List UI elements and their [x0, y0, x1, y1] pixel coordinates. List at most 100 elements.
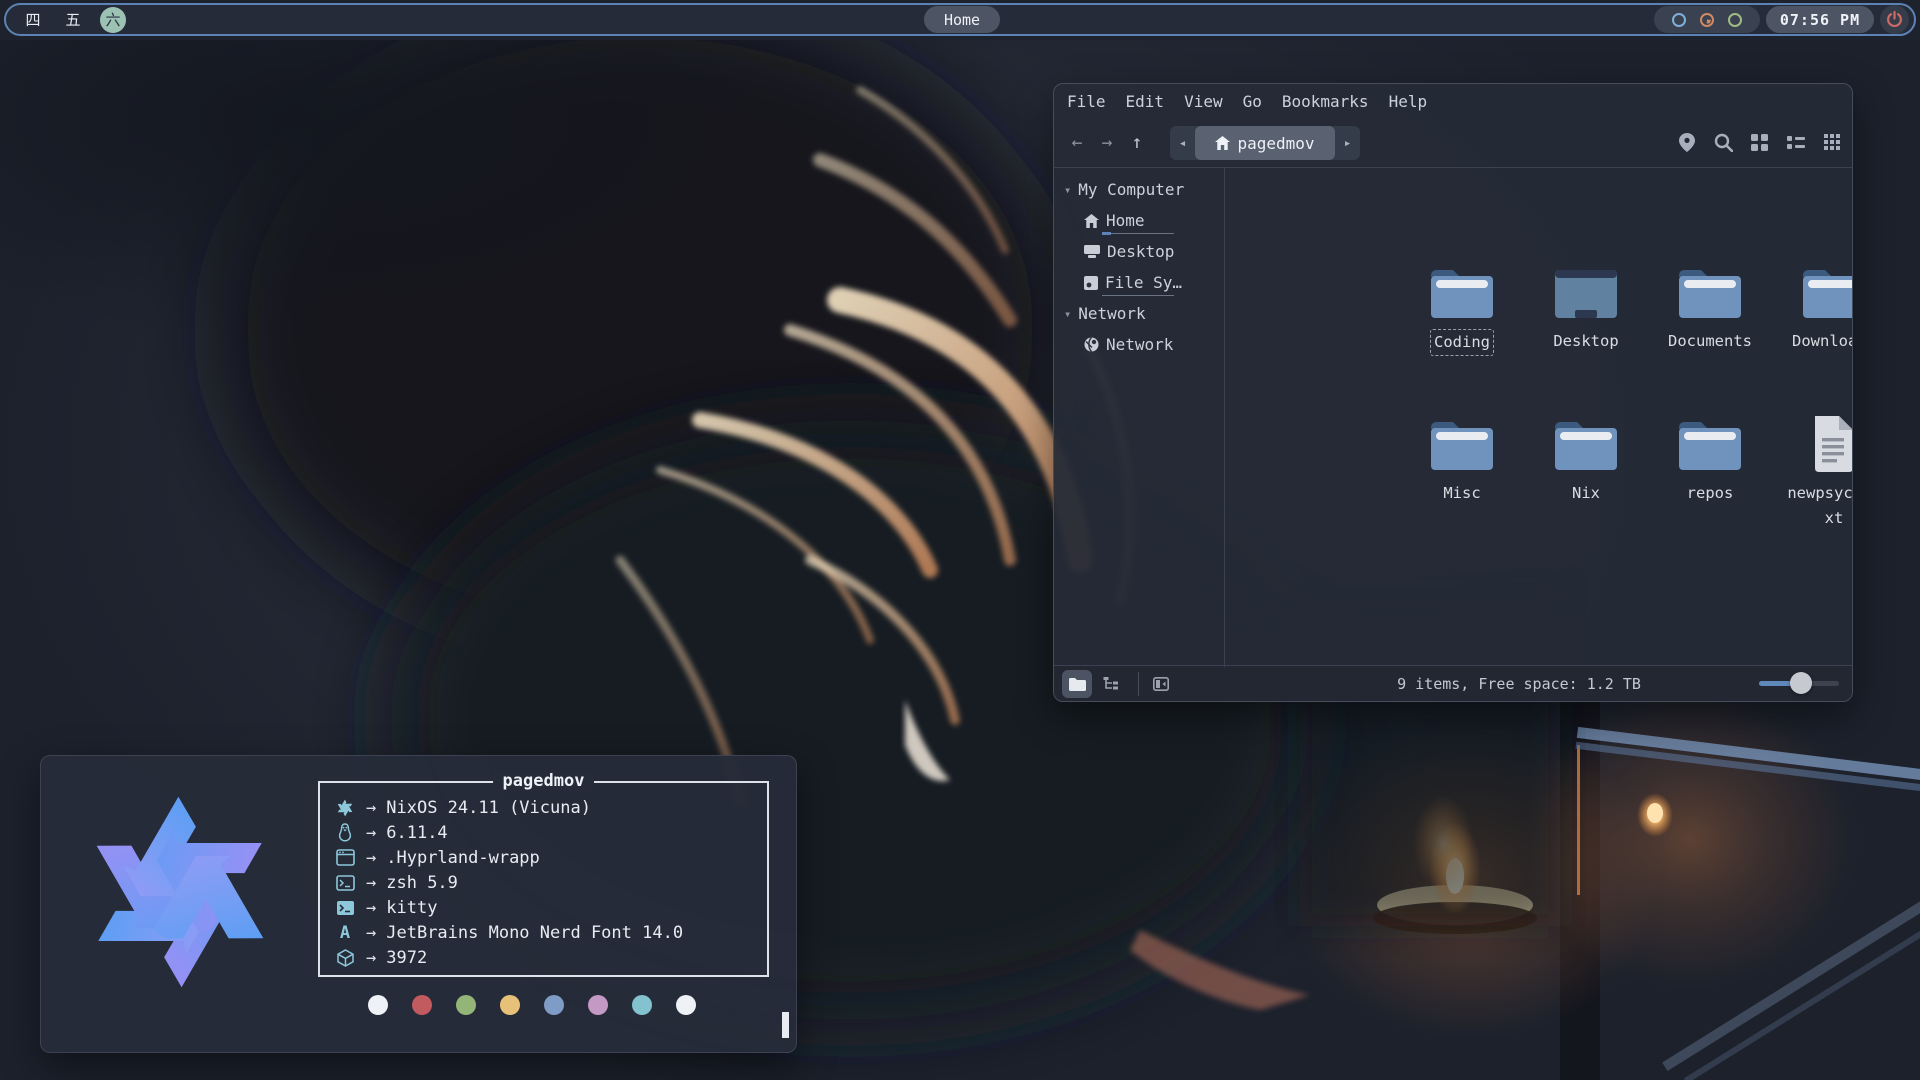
- sidebar-group-label: Network: [1078, 304, 1145, 323]
- menu-help[interactable]: Help: [1389, 92, 1428, 119]
- tree-view-toggle-button[interactable]: [1096, 670, 1126, 698]
- tray-indicator-blue[interactable]: [1672, 13, 1686, 27]
- up-button[interactable]: ↑: [1124, 127, 1150, 157]
- back-button[interactable]: ←: [1064, 127, 1090, 157]
- expander-triangle-icon[interactable]: ▾: [1064, 183, 1071, 197]
- fetch-arrow: →: [366, 923, 376, 943]
- folder-icon: [1677, 418, 1743, 474]
- fetch-hostname-title: pagedmov: [493, 771, 595, 791]
- top-bar: 四 五 六 Home 07:56 PM: [0, 0, 1920, 40]
- file-label: Coding: [1430, 329, 1494, 356]
- sidebar-item-desktop[interactable]: Desktop: [1054, 236, 1224, 267]
- menu-bar: File Edit View Go Bookmarks Help: [1054, 84, 1852, 119]
- file-label: repos: [1687, 481, 1734, 506]
- fetch-row-packages: → 3972: [334, 945, 761, 970]
- fetch-row-font: A → JetBrains Mono Nerd Font 14.0: [334, 920, 761, 945]
- file-item-documents[interactable]: Documents: [1654, 266, 1766, 354]
- workspace-5[interactable]: 五: [60, 7, 86, 33]
- tray-indicator-green[interactable]: [1728, 13, 1742, 27]
- fetch-arrow: →: [366, 873, 376, 893]
- power-button[interactable]: [1880, 5, 1909, 34]
- fetch-arrow: →: [366, 848, 376, 868]
- file-item-newpsych-txt[interactable]: newpsych.txt: [1778, 414, 1853, 531]
- tray-indicator-orange-fill: [1703, 16, 1711, 24]
- menu-file[interactable]: File: [1067, 92, 1106, 119]
- workspace-4[interactable]: 四: [20, 7, 46, 33]
- path-segment-label: pagedmov: [1237, 134, 1314, 153]
- filesystem-underline: [1102, 295, 1174, 296]
- icon-view-toggle-button[interactable]: [1062, 670, 1092, 698]
- path-scroll-left-icon[interactable]: ◂: [1170, 136, 1195, 151]
- fetch-row-shell: → zsh 5.9: [334, 870, 761, 895]
- file-item-coding[interactable]: Coding: [1406, 266, 1518, 356]
- folder-icon: [1429, 266, 1495, 322]
- desktop: 四 五 六 Home 07:56 PM File Edit: [0, 0, 1920, 1080]
- sidebar-group-my-computer[interactable]: ▾ My Computer: [1054, 174, 1224, 205]
- home-icon: [1084, 214, 1099, 228]
- clock[interactable]: 07:56 PM: [1766, 6, 1874, 33]
- search-button[interactable]: [1710, 129, 1736, 155]
- status-text: 9 items, Free space: 1.2 TB: [1334, 666, 1704, 702]
- folder-icon: [1801, 266, 1853, 322]
- filesystem-icon: [1084, 276, 1098, 290]
- file-item-nix[interactable]: Nix: [1530, 418, 1642, 506]
- palette-dot-magenta: [588, 995, 608, 1015]
- palette-dot-yellow: [500, 995, 520, 1015]
- sidebar-item-home[interactable]: Home: [1054, 205, 1224, 236]
- places-sidebar: ▾ My Computer Home Desktop: [1054, 168, 1225, 668]
- fetch-lines: → NixOS 24.11 (Vicuna) → 6.11.4: [334, 795, 761, 970]
- fetch-arrow: →: [366, 898, 376, 918]
- compact-view-button[interactable]: [1819, 129, 1845, 155]
- zoom-slider-handle[interactable]: [1790, 672, 1812, 694]
- side-pane-toggle-button[interactable]: [1146, 670, 1176, 698]
- desktop-icon: [1084, 245, 1100, 258]
- fetch-kernel-value: 6.11.4: [386, 823, 447, 843]
- zoom-slider[interactable]: [1759, 681, 1839, 686]
- toolbar: ← → ↑ ◂ pagedmov ▸: [1054, 119, 1852, 167]
- menu-edit[interactable]: Edit: [1126, 92, 1165, 119]
- fetch-arrow: →: [366, 948, 376, 968]
- path-segment-home[interactable]: pagedmov: [1195, 126, 1335, 160]
- file-item-misc[interactable]: Misc: [1406, 418, 1518, 506]
- palette-dot-green: [456, 995, 476, 1015]
- folder-icon: [1553, 418, 1619, 474]
- menu-bookmarks[interactable]: Bookmarks: [1282, 92, 1369, 119]
- workspace-switcher: 四 五 六: [20, 5, 126, 34]
- forward-button[interactable]: →: [1094, 127, 1120, 157]
- terminal-solid-icon: [334, 900, 356, 916]
- sidebar-item-label: File Sy…: [1105, 273, 1182, 292]
- expander-triangle-icon[interactable]: ▾: [1064, 307, 1071, 321]
- fetch-row-kernel: → 6.11.4: [334, 820, 761, 845]
- menu-go[interactable]: Go: [1243, 92, 1262, 119]
- location-pin-button[interactable]: [1674, 129, 1700, 155]
- tux-penguin-icon: [334, 823, 356, 842]
- sidebar-item-filesystem[interactable]: File Sy…: [1054, 267, 1224, 298]
- active-window-title[interactable]: Home: [924, 6, 1000, 33]
- file-label: Desktop: [1553, 329, 1618, 354]
- sidebar-group-label: My Computer: [1078, 180, 1184, 199]
- icon-view-button[interactable]: [1746, 129, 1772, 155]
- tree-view-icon: [1103, 677, 1119, 692]
- terminal-color-palette: [368, 995, 696, 1015]
- file-item-repos[interactable]: repos: [1654, 418, 1766, 506]
- fetch-font-value: JetBrains Mono Nerd Font 14.0: [386, 923, 683, 943]
- location-pin-icon: [1679, 133, 1695, 152]
- file-item-downloads[interactable]: Downloads: [1778, 266, 1853, 354]
- sidebar-group-network[interactable]: ▾ Network: [1054, 298, 1224, 329]
- file-label: Documents: [1668, 329, 1752, 354]
- path-scroll-right-icon[interactable]: ▸: [1335, 136, 1360, 151]
- list-view-button[interactable]: [1783, 129, 1809, 155]
- path-bar: ◂ pagedmov ▸: [1170, 126, 1360, 160]
- statusbar-separator: [1138, 672, 1139, 696]
- menu-view[interactable]: View: [1184, 92, 1223, 119]
- file-grid: Coding Desktop Documents Downloads Media: [1225, 168, 1853, 668]
- file-item-desktop[interactable]: Desktop: [1530, 266, 1642, 354]
- workspace-6-active[interactable]: 六: [100, 7, 126, 33]
- sidebar-item-network[interactable]: Network: [1054, 329, 1224, 360]
- tray-indicator-orange[interactable]: [1700, 13, 1714, 27]
- package-cube-icon: [334, 949, 356, 967]
- search-icon: [1714, 133, 1733, 152]
- compact-view-icon: [1824, 134, 1840, 150]
- file-label: Downloads: [1792, 329, 1853, 354]
- folder-icon: [1429, 418, 1495, 474]
